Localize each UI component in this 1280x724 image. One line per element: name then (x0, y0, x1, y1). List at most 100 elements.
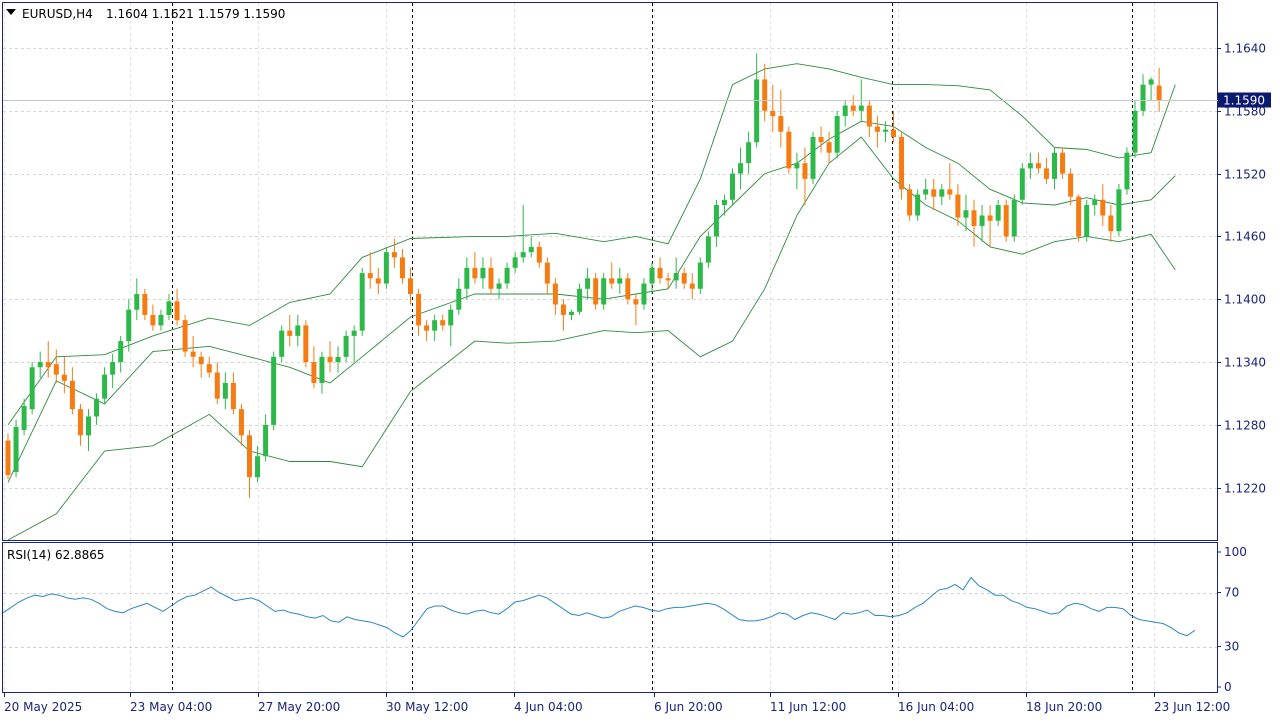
candle-body-bear (552, 283, 558, 305)
candle-body-bear (1076, 196, 1082, 237)
candle-body-bear (247, 435, 252, 478)
candle-body-bull (939, 189, 945, 197)
candle-body-bear (1156, 85, 1162, 101)
candle-body-bear (311, 362, 317, 383)
candle-body-bull (480, 267, 486, 279)
candle-body-bear (826, 142, 832, 153)
candle-body-bear (955, 194, 961, 218)
candle-body-bull (641, 283, 647, 305)
candle-body-bear (53, 364, 59, 375)
rsi-label: RSI(14) 62.8865 (7, 548, 105, 562)
candle-body-bull (1011, 199, 1017, 237)
candle-body-bear (1100, 199, 1106, 216)
candle-body-bear (230, 382, 236, 410)
time-tick-label: 18 Jun 20:00 (1026, 700, 1102, 714)
candle-body-bear (408, 278, 413, 295)
candle-body-bull (730, 173, 735, 200)
candle-body-bear (681, 273, 687, 284)
chart-canvas: 1.16401.15801.15201.14601.14001.13401.12… (0, 0, 1280, 720)
candle-body-bear (987, 215, 993, 221)
candle-body-bull (923, 189, 929, 195)
candle-body-bear (625, 278, 631, 300)
candle-body-bear (174, 301, 180, 321)
candle-body-bull (496, 283, 502, 289)
rsi-tick-label: 0 (1224, 680, 1232, 694)
time-tick-label: 23 May 04:00 (130, 700, 212, 714)
candle-body-bull (617, 278, 623, 284)
candle-body-bear (665, 278, 671, 281)
candle-body-bull (713, 205, 719, 237)
candle-body-bull (842, 105, 848, 117)
candle-body-bull (1019, 168, 1025, 200)
candle-body-bull (882, 129, 888, 132)
candle-body-bull (335, 356, 341, 363)
candle-body-bull (456, 288, 462, 310)
candle-body-bull (383, 252, 389, 284)
candle-body-bull (649, 267, 655, 284)
candle-body-bull (37, 362, 43, 368)
candle-body-bull (279, 330, 285, 357)
candle-body-bull (995, 205, 1001, 221)
candle-body-bear (440, 320, 446, 326)
candle-body-bear (1108, 215, 1114, 232)
price-tick-label: 1.1400 (1224, 293, 1266, 307)
candle-body-bear (327, 356, 333, 363)
candle-body-bear (874, 126, 880, 132)
candle-body-bull (432, 320, 438, 331)
candle-body-bull (1140, 84, 1146, 111)
candle-body-bear (560, 304, 566, 315)
candle-body-bear (971, 210, 977, 226)
candle-body-bull (110, 362, 116, 375)
background (0, 0, 1280, 720)
candle-body-bear (1068, 173, 1074, 197)
candle-body-bear (818, 136, 824, 143)
candle-body-bear (142, 294, 148, 315)
candle-body-bear (238, 409, 244, 436)
candle-body-bear (850, 105, 856, 111)
candle-body-bear (391, 252, 397, 258)
candle-body-bear (689, 283, 695, 289)
candle-body-bear (303, 325, 309, 363)
candle-body-bear (1060, 152, 1066, 174)
rsi-tick-label: 30 (1224, 640, 1239, 654)
candle-body-bear (762, 79, 768, 111)
candle-body-bear (488, 267, 494, 289)
candle-body-bull (295, 325, 301, 336)
candle-body-bull (979, 215, 985, 226)
candle-body-bull (255, 456, 261, 478)
candle-body-bear (214, 372, 220, 399)
candle-body-bear (472, 267, 478, 279)
candle-body-bear (544, 262, 550, 284)
candle-body-bull (1116, 189, 1122, 232)
candle-body-bear (399, 257, 405, 279)
time-tick-label: 11 Jun 12:00 (770, 700, 846, 714)
candle-body-bear (947, 189, 953, 195)
candle-body-bull (29, 367, 35, 410)
candle-body-bear (375, 278, 381, 284)
candle-body-bull (512, 257, 518, 268)
candle-body-bull (569, 311, 574, 315)
candle-body-bull (520, 252, 526, 258)
candle-body-bull (1148, 79, 1154, 85)
candle-body-bear (424, 325, 430, 331)
candle-body-bull (222, 382, 228, 399)
candle-body-bear (770, 110, 776, 117)
candle-body-bull (810, 136, 816, 179)
candle-body-bull (697, 262, 703, 289)
candle-body-bull (134, 294, 140, 310)
candle-body-bull (118, 341, 124, 363)
candle-body-bull (86, 416, 91, 436)
candle-body-bear (609, 278, 615, 284)
candle-body-bull (794, 163, 800, 169)
chart-window: 1.1640 1.1580 1.1520 1.1460 1.1400 1.1340 1.12… (0, 0, 1280, 720)
candle-body-bull (263, 424, 269, 457)
ohlc-label: 1.1604 1.1621 1.1579 1.1590 (106, 7, 285, 21)
candle-body-bull (166, 301, 172, 315)
candle-body-bear (69, 380, 75, 410)
candle-body-bear (367, 273, 373, 279)
candle-body-bear (786, 131, 792, 169)
candle-body-bear (633, 299, 639, 305)
candle-body-bear (150, 314, 156, 326)
candle-body-bear (182, 320, 188, 352)
candle-body-bull (1132, 110, 1138, 153)
